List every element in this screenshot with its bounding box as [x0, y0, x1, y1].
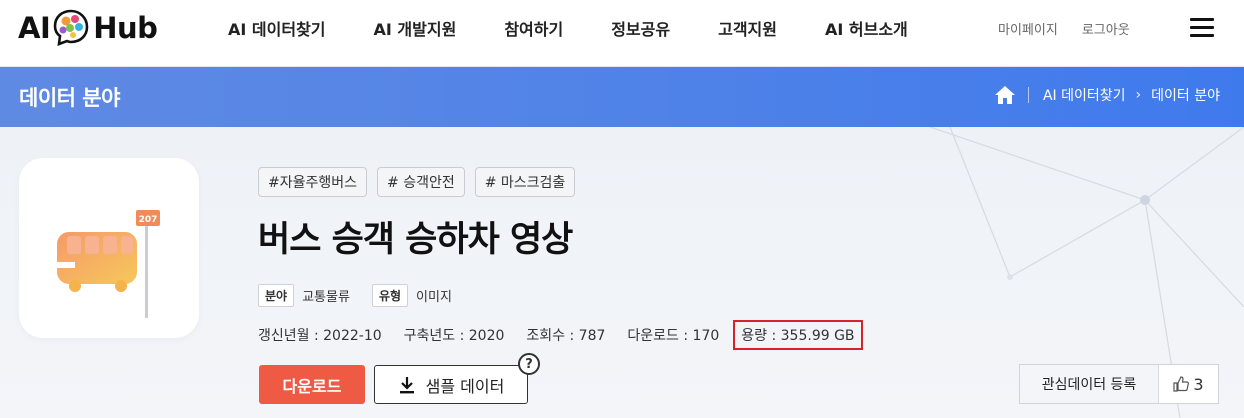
mypage-link[interactable]: 마이페이지	[998, 19, 1058, 38]
like-button[interactable]: 3	[1159, 375, 1218, 394]
breadcrumb-item-ai-data-search[interactable]: AI 데이터찾기	[1043, 85, 1126, 105]
home-icon[interactable]	[994, 85, 1016, 105]
dataset-thumbnail: 207	[19, 158, 199, 338]
like-count: 3	[1193, 374, 1204, 394]
hamburger-icon[interactable]	[1190, 18, 1214, 38]
built-year: 구축년도 : 2020	[403, 328, 505, 344]
dataset-stats-row: 갱신년월 : 2022-10 구축년도 : 2020 조회수 : 787 다운로…	[258, 320, 863, 350]
download-count: 다운로드 : 170	[627, 328, 720, 344]
thumbs-up-icon	[1173, 376, 1190, 392]
page-banner: 데이터 분야 AI 데이터찾기 › 데이터 분야	[0, 67, 1244, 127]
tag-autonomous-bus[interactable]: #자율주행버스	[258, 167, 368, 197]
tag-passenger-safety[interactable]: # 승객안전	[377, 167, 465, 197]
top-navigation-bar: AI Hub AI 데이터찾기 AI 개발지원 참여하기 정보공유 고객지원 A…	[0, 0, 1244, 67]
utility-links: 마이페이지 로그아웃	[998, 0, 1154, 56]
main-navigation: AI 데이터찾기 AI 개발지원 참여하기 정보공유 고객지원 AI 허브소개	[228, 0, 956, 56]
breadcrumb-divider	[1027, 87, 1029, 103]
brain-logo-icon	[53, 9, 89, 46]
bus-stop-icon: 207	[57, 210, 160, 318]
view-count: 조회수 : 787	[526, 328, 606, 344]
dataset-category-row: 분야 교통물류 유형 이미지	[258, 284, 474, 307]
logout-link[interactable]: 로그아웃	[1082, 19, 1130, 38]
sample-data-label: 샘플 데이터	[425, 376, 505, 396]
logo-text-hub: Hub	[93, 11, 158, 45]
nav-item-ai-dev-support[interactable]: AI 개발지원	[374, 16, 457, 40]
sample-data-button[interactable]: 샘플 데이터	[374, 365, 528, 404]
dataset-size: 용량 : 355.99 GB	[733, 320, 863, 350]
add-favorite-button[interactable]: 관심데이터 등록	[1020, 365, 1159, 403]
field-value: 교통물류	[302, 290, 350, 305]
tag-list: #자율주행버스 # 승객안전 # 마스크검출	[258, 167, 585, 197]
download-icon	[399, 376, 414, 393]
help-icon[interactable]: ?	[518, 353, 540, 375]
nav-item-aihub-intro[interactable]: AI 허브소개	[825, 16, 908, 40]
updated-date: 갱신년월 : 2022-10	[258, 328, 382, 344]
tag-mask-detection[interactable]: # 마스크검출	[474, 167, 576, 197]
download-button[interactable]: 다운로드	[259, 365, 365, 404]
logo-text-ai: AI	[18, 11, 51, 45]
nav-item-ai-data-search[interactable]: AI 데이터찾기	[228, 16, 326, 40]
dataset-detail-panel: 207 #자율주행버스 # 승객안전 # 마스크검출 버스 승객 승하차 영상 …	[0, 127, 1244, 418]
dataset-title: 버스 승객 승하차 영상	[258, 220, 573, 260]
field-label: 분야	[258, 284, 295, 307]
type-value: 이미지	[416, 290, 452, 305]
bus-stop-number: 207	[139, 215, 158, 225]
type-label: 유형	[371, 284, 409, 307]
breadcrumb-item-data-field[interactable]: 데이터 분야	[1151, 85, 1220, 105]
favorite-box: 관심데이터 등록 3	[1019, 364, 1219, 404]
aihub-logo[interactable]: AI Hub	[18, 6, 158, 50]
nav-item-participate[interactable]: 참여하기	[504, 16, 563, 40]
chevron-right-icon: ›	[1135, 87, 1142, 103]
page-title: 데이터 분야	[19, 86, 120, 110]
nav-item-customer-support[interactable]: 고객지원	[718, 16, 777, 40]
breadcrumb: AI 데이터찾기 › 데이터 분야	[994, 85, 1220, 105]
nav-item-info-share[interactable]: 정보공유	[611, 16, 670, 40]
